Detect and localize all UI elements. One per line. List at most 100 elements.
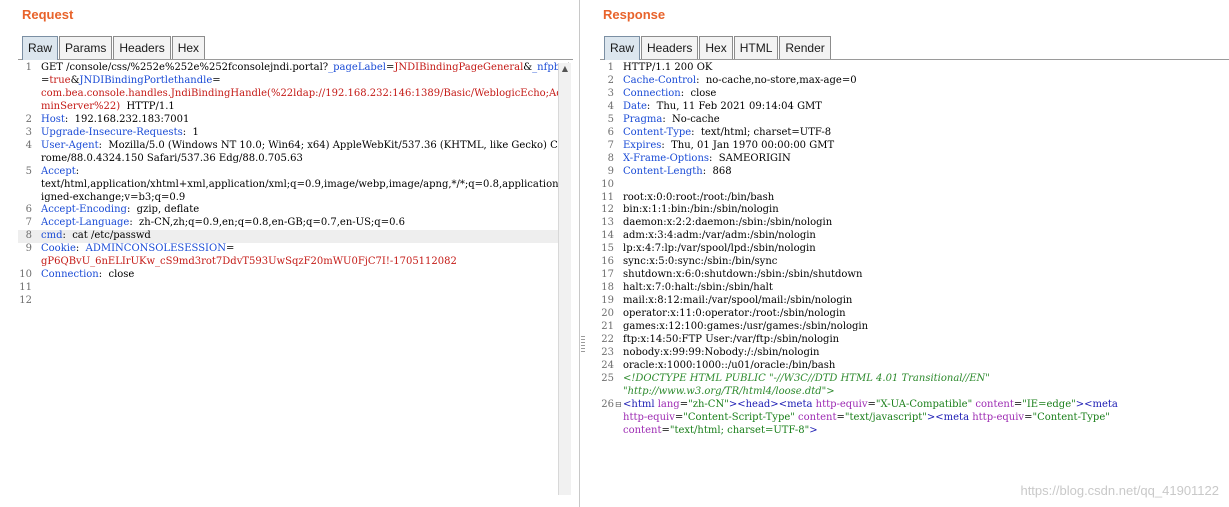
code-token: : zh-CN,zh;q=0.9,en;q=0.8,en-GB;q=0.7,en… bbox=[129, 217, 405, 229]
code-token: JNDIBindingPortlethandle bbox=[79, 74, 213, 86]
request-tab-params[interactable]: Params bbox=[59, 36, 113, 59]
response-tab-html[interactable]: HTML bbox=[733, 36, 779, 59]
code-token: : gzip, deflate bbox=[126, 204, 200, 216]
line-number: 11 bbox=[601, 191, 614, 203]
code-token: = bbox=[679, 398, 689, 410]
line-number: 17 bbox=[601, 269, 614, 281]
code-token: = bbox=[661, 424, 670, 436]
response-line: 23 nobody:x:99:99:Nobody:/:/sbin/nologin bbox=[600, 347, 1229, 360]
line-number: 7 bbox=[25, 217, 32, 229]
triangle-up-icon[interactable]: ▲ bbox=[559, 63, 571, 75]
response-line: 11 root:x:0:0:root:/root:/bin/bash bbox=[600, 192, 1229, 205]
line-content: <html lang="zh-CN"><head><meta http-equi… bbox=[621, 399, 1229, 438]
splitter-grip-icon[interactable] bbox=[581, 336, 585, 354]
code-token: Accept-Language bbox=[41, 217, 130, 229]
code-token: Accept bbox=[41, 165, 76, 177]
request-line: 3 Upgrade-Insecure-Requests: 1 bbox=[18, 127, 568, 140]
line-content: nobody:x:99:99:Nobody:/:/sbin/nologin bbox=[621, 347, 1229, 360]
code-token: = bbox=[225, 243, 235, 255]
request-scrollbar[interactable]: ▲ bbox=[558, 63, 571, 495]
response-tab-raw[interactable]: Raw bbox=[604, 36, 641, 60]
request-line: 12 bbox=[18, 295, 568, 308]
line-content: Pragma: No-cache bbox=[621, 114, 1229, 127]
response-line: 13 daemon:x:2:2:daemon:/sbin:/sbin/nologi… bbox=[600, 217, 1229, 230]
request-tab-bar: Raw Params Headers Hex bbox=[18, 31, 573, 60]
code-token: : 1 bbox=[182, 126, 199, 138]
response-tab-headers[interactable]: Headers bbox=[641, 36, 699, 59]
request-tab-hex[interactable]: Hex bbox=[171, 36, 206, 59]
line-content: Content-Type: text/html; charset=UTF-8 bbox=[621, 127, 1229, 140]
line-number: 5 bbox=[25, 165, 32, 177]
request-line: 10 Connection: close bbox=[18, 269, 568, 282]
line-number: 20 bbox=[601, 308, 614, 320]
code-token: "Content-Type" bbox=[1032, 411, 1110, 423]
response-tab-hex[interactable]: Hex bbox=[699, 36, 733, 59]
splitter-line bbox=[579, 0, 580, 507]
line-number: 12 bbox=[601, 204, 614, 216]
code-token: : close bbox=[680, 87, 717, 99]
line-content: mail:x:8:12:mail:/var/spool/mail:/sbin/n… bbox=[621, 295, 1229, 308]
line-number: 4 bbox=[607, 100, 614, 112]
response-line: 18 halt:x:7:0:halt:/sbin:/sbin/halt bbox=[600, 282, 1229, 295]
code-token: "X-UA-Compatible" bbox=[875, 398, 973, 410]
code-token: : text/html,application/xhtml+xml,applic… bbox=[41, 165, 568, 203]
response-line: 26 ⊟ <html lang="zh-CN"><head><meta http-e… bbox=[600, 399, 1229, 438]
response-line: 8 X-Frame-Options: SAMEORIGIN bbox=[600, 153, 1229, 166]
line-number: 9 bbox=[607, 165, 614, 177]
line-number: 26 bbox=[601, 398, 614, 410]
response-line: 22 ftp:x:14:50:FTP User:/var/ftp:/sbin/no… bbox=[600, 334, 1229, 347]
code-token: : close bbox=[98, 269, 135, 281]
code-token: Content-Length bbox=[623, 165, 703, 177]
line-content: lp:x:4:7:lp:/var/spool/lpd:/sbin/nologin bbox=[621, 243, 1229, 256]
code-token: _pageLabel bbox=[328, 62, 386, 73]
code-token: sync:x:5:0:sync:/sbin:/bin/sync bbox=[623, 256, 778, 268]
code-token: : No-cache bbox=[662, 113, 720, 125]
line-number: 25 bbox=[601, 372, 614, 384]
response-line: 24 oracle:x:1000:1000::/u01/oracle:/bin/b… bbox=[600, 360, 1229, 373]
line-number: 19 bbox=[601, 295, 614, 307]
code-token: Cache-Control bbox=[623, 74, 697, 86]
code-token: <html bbox=[623, 398, 655, 410]
code-token: Connection bbox=[41, 269, 99, 281]
code-token: = bbox=[867, 398, 876, 410]
request-editor[interactable]: 1 GET /console/css/%252e%252e%252fconsole… bbox=[18, 62, 569, 495]
code-token: HTTP/1.1 200 OK bbox=[623, 62, 713, 73]
code-token: Host bbox=[41, 113, 65, 125]
request-tabs: Raw Params Headers Hex bbox=[22, 36, 206, 60]
code-token: = bbox=[836, 411, 845, 423]
response-line: 20 operator:x:11:0:operator:/root:/sbin/n… bbox=[600, 308, 1229, 321]
code-token: Content-Type bbox=[623, 126, 692, 138]
code-token: content bbox=[623, 424, 662, 436]
line-content bbox=[621, 179, 1229, 192]
request-tab-headers[interactable]: Headers bbox=[113, 36, 171, 59]
code-token: Accept-Encoding bbox=[41, 204, 127, 216]
line-content: Date: Thu, 11 Feb 2021 09:14:04 GMT bbox=[621, 101, 1229, 114]
response-tab-render[interactable]: Render bbox=[779, 36, 831, 59]
response-title: Response bbox=[603, 7, 666, 22]
line-content: Content-Length: 868 bbox=[621, 166, 1229, 179]
code-token: Connection bbox=[623, 87, 681, 99]
code-token: ftp:x:14:50:FTP User:/var/ftp:/sbin/nolo… bbox=[623, 334, 840, 346]
request-line: 11 bbox=[18, 282, 568, 295]
line-content: User-Agent: Mozilla/5.0 (Windows NT 10.0… bbox=[39, 140, 568, 166]
code-token: : 192.168.232.183:7001 bbox=[64, 113, 190, 125]
line-content: Expires: Thu, 01 Jan 1970 00:00:00 GMT bbox=[621, 140, 1229, 153]
code-token: Pragma bbox=[623, 113, 663, 125]
code-token: "zh-CN" bbox=[688, 398, 729, 410]
response-editor[interactable]: 1 HTTP/1.1 200 OK 2 Cache-Control: no-cache… bbox=[600, 62, 1229, 495]
response-line: 4 Date: Thu, 11 Feb 2021 09:14:04 GMT bbox=[600, 101, 1229, 114]
line-number: 2 bbox=[25, 113, 32, 125]
code-token: http-equiv bbox=[812, 398, 868, 410]
response-tab-bar: Raw Headers Hex HTML Render bbox=[600, 31, 1229, 60]
line-number: 1 bbox=[607, 62, 614, 73]
response-line: 15 lp:x:4:7:lp:/var/spool/lpd:/sbin/nolog… bbox=[600, 243, 1229, 256]
line-number: 13 bbox=[601, 217, 614, 229]
code-token: lp:x:4:7:lp:/var/spool/lpd:/sbin/nologin bbox=[623, 243, 816, 255]
code-token: = bbox=[1013, 398, 1023, 410]
code-token: : no-cache,no-store,max-age=0 bbox=[696, 74, 857, 86]
request-tab-raw[interactable]: Raw bbox=[22, 36, 59, 60]
code-token: cmd bbox=[41, 230, 63, 242]
line-content: Accept: text/html,application/xhtml+xml,… bbox=[39, 166, 568, 205]
panel-splitter[interactable] bbox=[575, 0, 592, 507]
line-number: 10 bbox=[19, 269, 32, 281]
